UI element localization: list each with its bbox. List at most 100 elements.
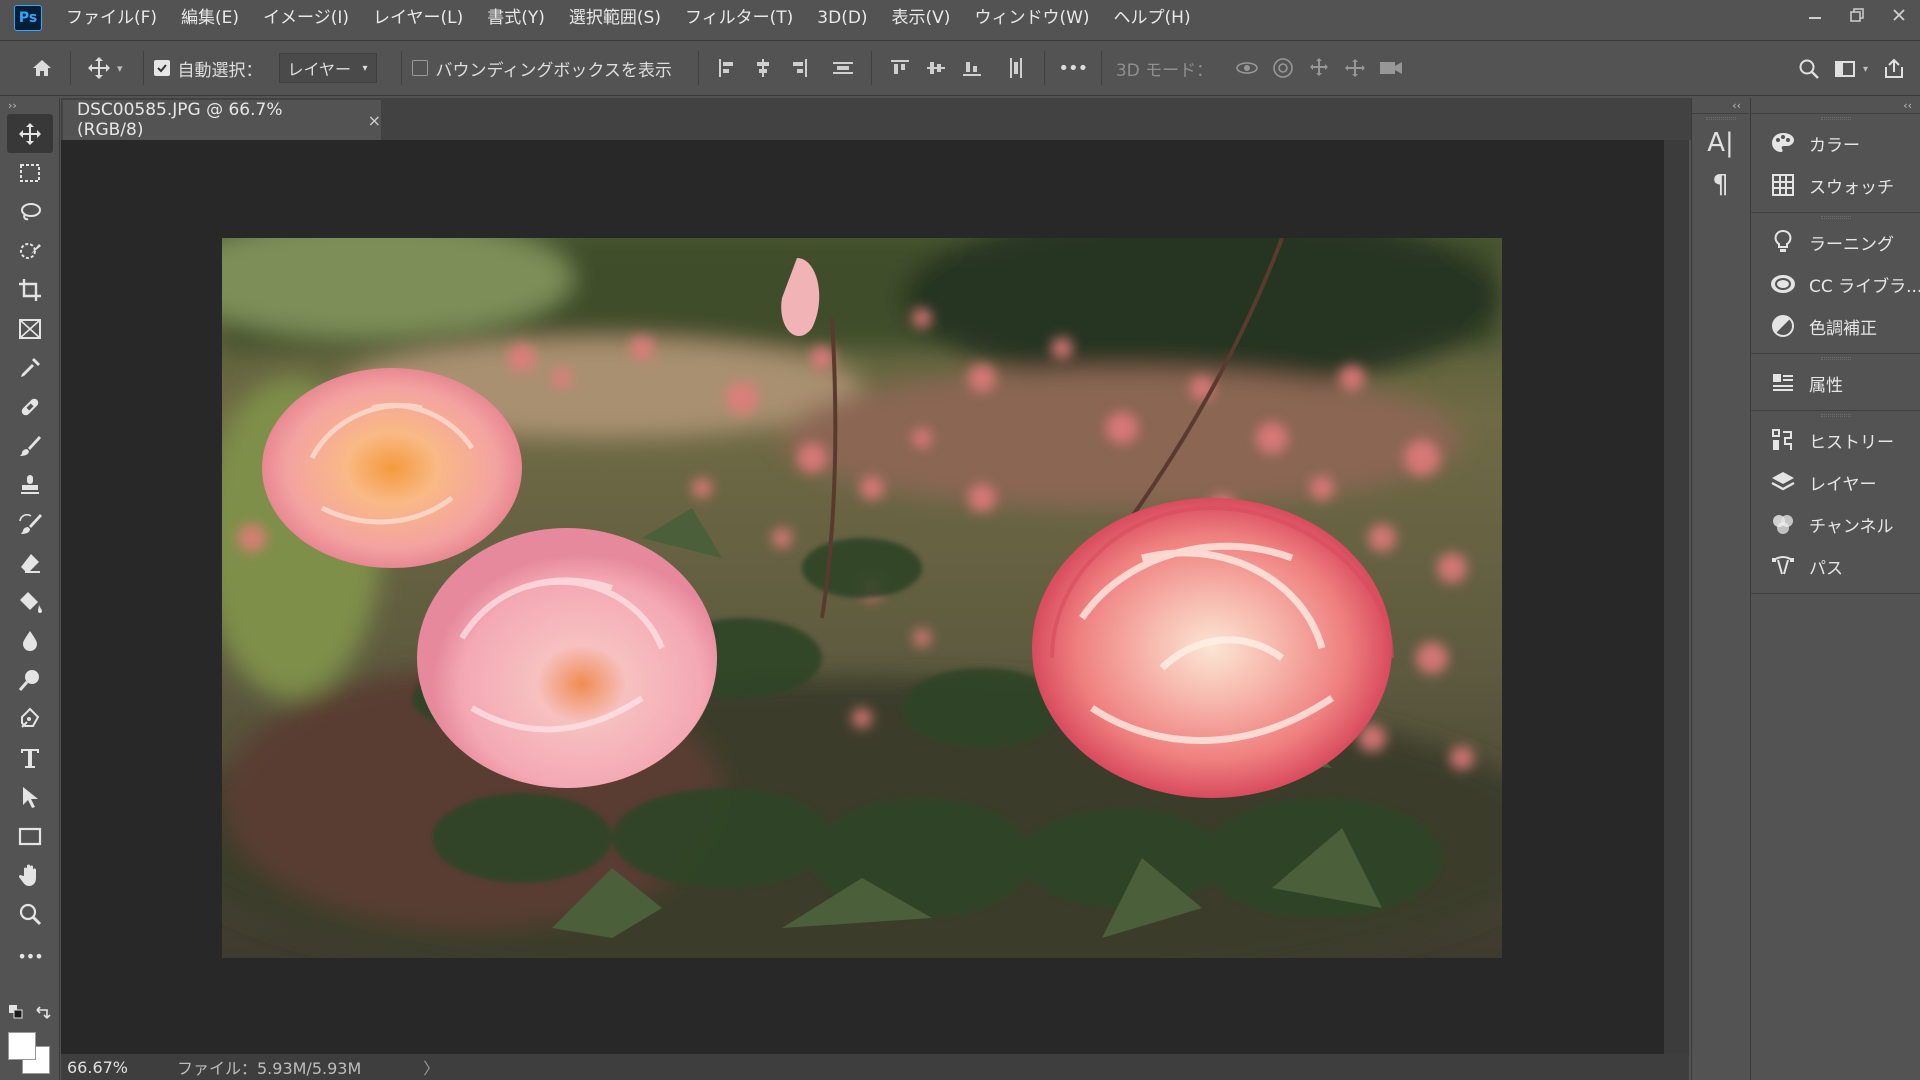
menu-view[interactable]: 表示(V) [880,0,963,36]
menu-filter[interactable]: フィルター(T) [673,0,805,36]
character-panel-button[interactable]: A| [1692,122,1749,164]
eraser-tool[interactable] [0,543,60,582]
frame-tool[interactable] [0,309,60,348]
panel-grip[interactable] [1751,354,1920,362]
dodge-tool[interactable] [0,660,60,699]
menu-edit[interactable]: 編集(E) [169,0,251,36]
panel-channels[interactable]: チャンネル [1751,503,1920,545]
brush-tool[interactable] [0,426,60,465]
close-window-button[interactable] [1878,0,1920,30]
bounding-box-checkbox[interactable] [411,60,428,76]
document-image[interactable] [222,238,1502,958]
align-left-button[interactable] [709,50,745,86]
align-center-vertical-icon [926,62,945,74]
home-icon [33,60,51,76]
panel-grip[interactable] [1692,114,1749,122]
panel-learn[interactable]: ラーニング [1751,221,1920,263]
clone-stamp-tool[interactable] [0,465,60,504]
history-brush-tool[interactable] [0,504,60,543]
3d-scale-button[interactable] [1373,50,1409,86]
more-options-button[interactable]: ••• [1055,50,1091,86]
document-info[interactable]: ファイル：5.93M/5.93M [133,1055,361,1079]
chevron-down-icon[interactable]: ▾ [1863,64,1868,75]
move-tool-preset-button[interactable] [81,50,117,86]
menu-help[interactable]: ヘルプ(H) [1102,0,1203,36]
menu-type[interactable]: 書式(Y) [475,0,557,36]
dock-collapse-button[interactable]: ‹‹ [1751,98,1920,114]
rectangle-tool[interactable] [0,816,60,855]
panel-grip[interactable] [1751,411,1920,419]
search-button[interactable] [1791,51,1827,87]
align-top-button[interactable] [882,50,918,86]
paragraph-panel-button[interactable]: ¶ [1692,164,1749,206]
menu-window[interactable]: ウィンドウ(W) [962,0,1101,36]
quick-selection-tool[interactable] [0,231,60,270]
align-center-h-button[interactable] [745,50,781,86]
vertical-scrollbar[interactable] [1664,140,1689,1054]
menu-image[interactable]: イメージ(I) [251,0,361,36]
panel-label: レイヤー [1809,474,1877,495]
panel-history[interactable]: ヒストリー [1751,419,1920,461]
3d-orbit-button[interactable] [1229,50,1265,86]
panel-grip[interactable] [1751,213,1920,221]
edit-toolbar-button[interactable]: ••• [0,937,60,976]
dock-collapse-button[interactable]: ‹‹ [1692,98,1749,114]
document-tab[interactable]: DSC00585.JPG @ 66.7% (RGB/8) × [63,100,381,140]
panel-paths[interactable]: パス [1751,545,1920,587]
panel-layers[interactable]: レイヤー [1751,461,1920,503]
rose-middle [417,528,717,788]
auto-select-target-dropdown[interactable]: レイヤー ▾ [278,53,377,83]
lasso-tool[interactable] [0,192,60,231]
panel-grip[interactable] [1751,114,1920,122]
eyedropper-tool[interactable] [0,348,60,387]
panel-swatches[interactable]: スウォッチ [1751,164,1920,206]
move-tool[interactable] [7,114,53,153]
status-menu-arrow-icon[interactable]: 〉 [423,1055,439,1079]
align-middle-v-button[interactable] [918,50,954,86]
3d-slide-button[interactable] [1337,50,1373,86]
minimize-button[interactable] [1794,0,1836,30]
close-icon[interactable]: × [368,111,381,130]
crop-tool[interactable] [0,270,60,309]
distribute-vertical-button[interactable] [998,50,1034,86]
menu-layer[interactable]: レイヤー(L) [361,0,475,36]
path-selection-tool[interactable] [0,777,60,816]
align-bottom-button[interactable] [954,50,990,86]
menu-select[interactable]: 選択範囲(S) [557,0,673,36]
hand-tool[interactable] [0,855,60,894]
toolbar-collapse-button[interactable]: ›› [0,98,59,114]
share-button[interactable] [1876,51,1912,87]
marquee-tool[interactable] [0,153,60,192]
3d-pan-button[interactable] [1301,50,1337,86]
panel-label: パス [1809,558,1843,579]
type-tool[interactable] [0,738,60,777]
default-colors-icon[interactable] [8,1004,24,1020]
paint-bucket-tool[interactable] [0,582,60,621]
auto-select-checkbox[interactable] [153,60,170,76]
menu-3d[interactable]: 3D(D) [805,0,879,36]
healing-brush-tool[interactable] [0,387,60,426]
panel-libraries[interactable]: CC ライブラ... [1751,263,1920,305]
pen-tool[interactable] [0,699,60,738]
blur-tool[interactable] [0,621,60,660]
zoom-level-field[interactable]: 66.67% [61,1058,133,1077]
workspace-button[interactable] [1827,51,1863,87]
workspace-icon [1834,61,1855,77]
panel-color[interactable]: カラー [1751,122,1920,164]
panel-properties[interactable]: 属性 [1751,362,1920,404]
panel-adjustments[interactable]: 色調補正 [1751,305,1920,347]
swap-colors-icon[interactable] [34,1004,52,1022]
home-button[interactable] [24,50,60,86]
chevron-down-icon[interactable]: ▾ [117,62,123,75]
restore-button[interactable] [1836,0,1878,30]
rose-left [262,368,522,568]
foreground-color-swatch[interactable] [8,1032,36,1060]
menu-file[interactable]: ファイル(F) [54,0,169,36]
hand-icon [18,864,36,886]
distribute-button[interactable] [825,50,861,86]
3d-roll-button[interactable] [1265,50,1301,86]
align-right-button[interactable] [781,50,817,86]
channels-icon [1773,515,1793,534]
panel-label: 属性 [1809,375,1843,396]
zoom-tool[interactable] [0,894,60,933]
